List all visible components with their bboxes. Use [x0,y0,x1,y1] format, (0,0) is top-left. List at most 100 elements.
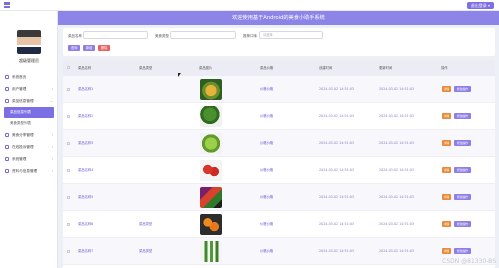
cell-created: 2024-03-02 14:51:03 [319,168,355,172]
sidebar-item-info[interactable]: 资料与信息管理 › [0,165,58,177]
dish-image [200,133,222,154]
filter-label-taste: 推荐口味 [243,34,257,38]
filter-panel: 菜品名称 美食类型 推荐口味 请选择 查询 新增 删除 [63,28,495,56]
info-icon [5,169,9,173]
cell-created: 2024-03-02 14:51:03 [319,141,355,145]
dish-image [200,160,222,181]
cell-price: 价格价格 [260,168,274,172]
sidebar-item-system[interactable]: 系统管理 › [0,153,58,165]
dish-image [200,214,222,235]
cell-name: 菜品名称1 [78,87,94,91]
edit-button[interactable]: 修改操作 [454,167,471,173]
sidebar-item-users[interactable]: 用户管理 › [0,83,58,95]
sidebar-nav: 系统首页 用户管理 › 菜品信息管理 ⌄ 菜品信息列表 美食类型列表 美食分享管理 ›… [0,71,58,177]
sidebar-item-sharing[interactable]: 美食分享管理 › [0,129,58,141]
cell-name: 菜品名称3 [78,141,94,145]
sidebar-subitem-dish-list[interactable]: 菜品信息列表 [4,107,54,118]
chevron-down-icon: ⌄ [50,99,53,103]
user-icon [5,87,9,91]
cell-name: 菜品名称6 [78,222,94,226]
dish-image [200,187,222,208]
cell-created: 2024-03-02 14:51:03 [319,222,355,226]
cell-name: 菜品名称4 [78,168,94,172]
header-banner: 欢迎使用基于Android的美食小助手系统 [58,11,499,25]
taste-select[interactable]: 请选择 [259,31,323,39]
dish-name-input[interactable] [83,31,148,39]
cell-price: 价格价格 [260,141,274,145]
table-row: 菜品名称6 菜品类型 价格价格 2024-03-02 14:51:03 2024-03-… [63,211,495,238]
detail-button[interactable]: 详情 [442,248,451,254]
cell-price: 价格价格 [260,249,274,253]
complaint-icon [5,145,9,149]
detail-button[interactable]: 详情 [442,113,451,119]
cell-updated: 2024-03-02 14:51:03 [379,141,415,145]
cell-price: 价格价格 [260,195,274,199]
search-button[interactable]: 查询 [68,45,81,51]
cell-type: 菜品类型 [139,249,153,253]
sidebar-subitem-food-types[interactable]: 美食类型列表 [0,118,58,129]
detail-button[interactable]: 详情 [442,221,451,227]
detail-button[interactable]: 详情 [442,167,451,173]
add-button[interactable]: 新增 [83,45,96,51]
detail-button[interactable]: 详情 [442,86,451,92]
top-bar: 退出登录 ▾ [0,0,499,11]
cell-created: 2024-03-02 14:51:03 [319,249,355,253]
detail-button[interactable]: 详情 [442,140,451,146]
row-checkbox[interactable] [67,169,70,172]
edit-button[interactable]: 修改操作 [454,248,471,254]
col-image: 菜品图片 [199,66,213,70]
home-icon [5,75,9,79]
delete-button[interactable]: 删除 [98,45,111,51]
col-name: 菜品名称 [78,66,92,70]
table-row: 菜品名称5 价格价格 2024-03-02 14:51:03 2024-03-02 1… [63,184,495,211]
app-grid-icon[interactable] [4,2,10,8]
username: 超级管理员 [19,58,39,63]
chevron-right-icon: › [51,157,53,161]
cell-updated: 2024-03-02 14:51:03 [379,168,415,172]
cell-name: 菜品名称2 [78,114,94,118]
edit-button[interactable]: 修改操作 [454,140,471,146]
cell-updated: 2024-03-02 14:51:03 [379,249,415,253]
row-checkbox[interactable] [67,142,70,145]
cell-name: 菜品名称5 [78,195,94,199]
filter-label-name: 菜品名称 [68,34,82,38]
cell-updated: 2024-03-02 14:51:03 [379,195,415,199]
table-row: 菜品名称7 菜品类型 价格价格 2024-03-02 14:51:03 2024-03-… [63,238,495,265]
mouse-cursor [178,73,181,77]
row-checkbox[interactable] [67,196,70,199]
table-row: 菜品名称2 价格价格 2024-03-02 14:51:03 2024-03-02 1… [63,103,495,130]
page-title: 欢迎使用基于Android的美食小助手系统 [232,15,325,21]
col-price: 菜品价格 [260,66,274,70]
cell-price: 价格价格 [260,222,274,226]
col-created: 创建时间 [319,66,333,70]
edit-button[interactable]: 修改操作 [454,86,471,92]
settings-icon [5,157,9,161]
chevron-right-icon: › [51,133,53,137]
dish-image [200,241,222,262]
detail-button[interactable]: 详情 [442,194,451,200]
dish-table: 菜品名称 菜品类型 菜品图片 菜品价格 创建时间 更新时间 操作 菜品名称1 价格… [63,60,495,268]
chevron-right-icon: › [51,169,53,173]
cell-updated: 2024-03-02 14:51:03 [379,87,415,91]
sidebar-item-complaints[interactable]: 在线投诉管理 › [0,141,58,153]
cell-updated: 2024-03-02 14:51:03 [379,114,415,118]
avatar [17,30,41,54]
cell-created: 2024-03-02 14:51:03 [319,195,355,199]
food-type-input[interactable] [170,31,236,39]
sidebar-item-home[interactable]: 系统首页 [0,71,58,83]
table-header: 菜品名称 菜品类型 菜品图片 菜品价格 创建时间 更新时间 操作 [63,60,495,76]
sidebar-item-dishes[interactable]: 菜品信息管理 ⌄ [0,95,58,107]
edit-button[interactable]: 修改操作 [454,194,471,200]
row-checkbox[interactable] [67,250,70,253]
row-checkbox[interactable] [67,115,70,118]
select-all-checkbox[interactable] [67,66,70,69]
cell-name: 菜品名称7 [78,249,94,253]
cell-created: 2024-03-02 14:51:03 [319,114,355,118]
cell-created: 2024-03-02 14:51:03 [319,87,355,91]
row-checkbox[interactable] [67,223,70,226]
logout-button[interactable]: 退出登录 ▾ [466,2,494,9]
row-checkbox[interactable] [67,88,70,91]
dish-image [200,79,222,100]
edit-button[interactable]: 修改操作 [454,113,471,119]
edit-button[interactable]: 修改操作 [454,221,471,227]
